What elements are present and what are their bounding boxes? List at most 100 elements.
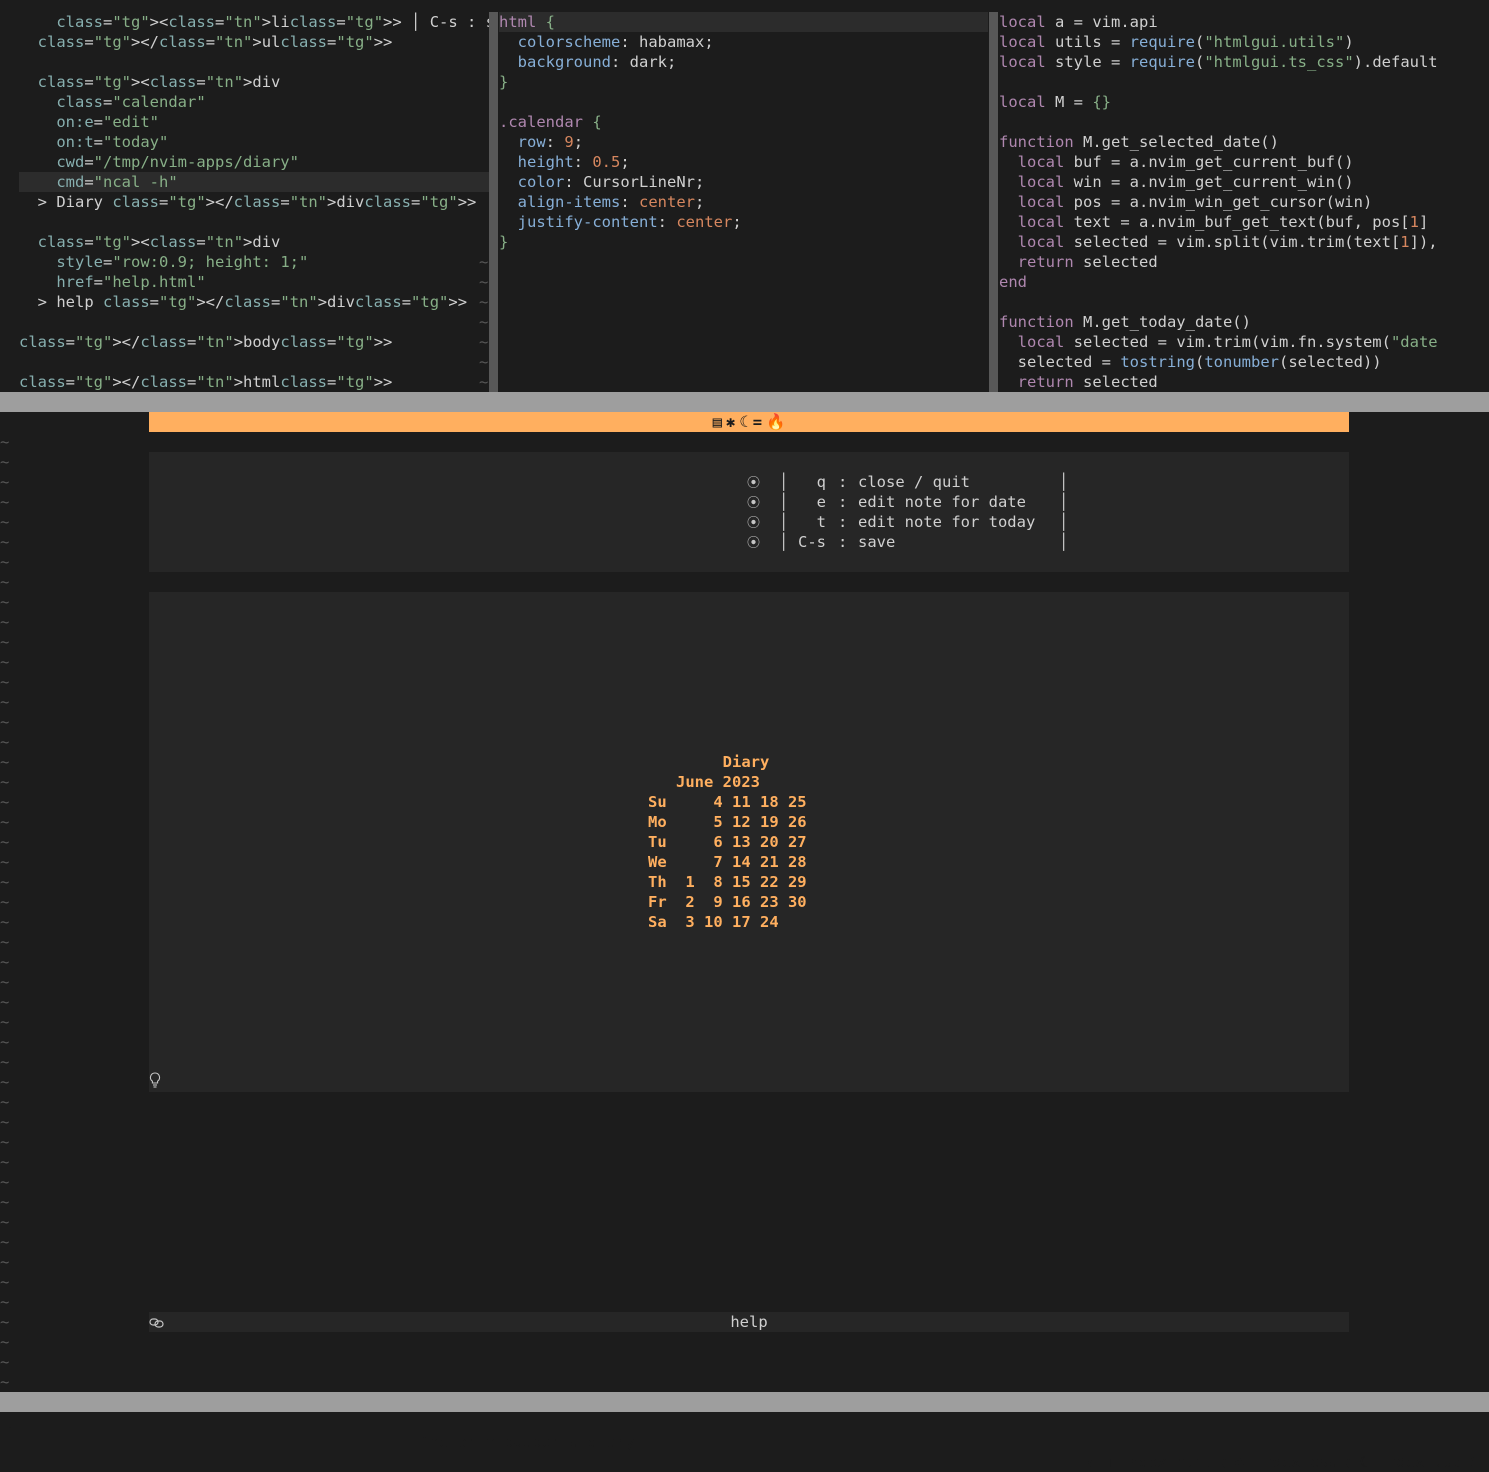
file-tab-index-html[interactable]: index.html: [1120, 1453, 1213, 1471]
empty-line-marker: ~: [0, 693, 10, 711]
file-tab-index-css[interactable]: index.css: [1254, 1453, 1338, 1471]
code-line[interactable]: on:e="edit": [19, 112, 489, 132]
keymap-row[interactable]: ⦿ │ q: close / quit │: [747, 472, 1068, 492]
code-line[interactable]: local pos = a.nvim_win_get_cursor(win): [999, 192, 1489, 212]
empty-line-marker: ~: [0, 953, 10, 971]
calendar-row[interactable]: Su 4 11 18 25: [648, 792, 807, 812]
code-line[interactable]: local win = a.nvim_get_current_win(): [999, 172, 1489, 192]
empty-line-marker: ~: [0, 433, 10, 451]
keymap-row[interactable]: ⦿ │ e: edit note for date │: [747, 492, 1068, 512]
code-line[interactable]: > Diary class="tg"></class="tn">divclass…: [19, 192, 489, 212]
calendar-row[interactable]: We 7 14 21 28: [648, 852, 807, 872]
code-line[interactable]: class="tg"><class="tn">div: [19, 232, 489, 252]
code-line[interactable]: color: CursorLineNr;: [499, 172, 988, 192]
code-line[interactable]: [19, 52, 489, 72]
code-line[interactable]: href="help.html": [19, 272, 489, 292]
code-line[interactable]: align-items: center;: [499, 192, 988, 212]
code-line[interactable]: [999, 112, 1489, 132]
code-line[interactable]: local M = {}: [999, 92, 1489, 112]
status-file-tabs[interactable]: ❮ ▤ index.html ❮ ✱ index.css ❮ ☾ index.lua (: [1080, 1452, 1483, 1472]
code-line[interactable]: cmd="ncal -h": [19, 172, 489, 192]
code-line[interactable]: class="tg"><class="tn">liclass="tg">> │ …: [19, 12, 489, 32]
border-line: │: [779, 513, 789, 531]
code-line[interactable]: return selected: [999, 372, 1489, 392]
keymap-colon: :: [838, 513, 848, 531]
calendar-row[interactable]: Sa 3 10 17 24: [648, 912, 807, 932]
empty-line-marker: ~: [0, 573, 10, 591]
code-line[interactable]: local text = a.nvim_buf_get_text(buf, po…: [999, 212, 1489, 232]
code-line[interactable]: html {: [499, 12, 988, 32]
flame-icon: 🔥: [766, 413, 786, 431]
separator-chevron-icon: ❮: [1086, 1453, 1096, 1471]
calendar-row[interactable]: Mo 5 12 19 26: [648, 812, 807, 832]
keymap-row[interactable]: ⦿ │ t: edit note for today │: [747, 512, 1068, 532]
calendar-row[interactable]: Tu 6 13 20 27: [648, 832, 807, 852]
empty-line-marker: ~: [0, 853, 10, 871]
separator-chevron-icon: ❮: [1219, 1453, 1229, 1471]
lua-icon: ☾: [1358, 1453, 1378, 1471]
calendar-panel[interactable]: Diary June 2023 Su 4 11 18 25 Mo 5 12 19 2…: [149, 592, 1349, 1092]
border-line: │: [779, 533, 789, 551]
code-line[interactable]: row: 9;: [499, 132, 988, 152]
code-line[interactable]: class="tg"></class="tn">htmlclass="tg">>: [19, 372, 489, 392]
calendar-row[interactable]: Fr 2 9 16 23 30: [648, 892, 807, 912]
code-line[interactable]: class="calendar": [19, 92, 489, 112]
code-line[interactable]: class="tg"><class="tn">div: [19, 72, 489, 92]
calendar-row[interactable]: Th 1 8 15 22 29: [648, 872, 807, 892]
lua-editor-pane[interactable]: local a = vim.api local utils = require("…: [999, 12, 1489, 392]
calendar-header[interactable]: Diary: [648, 752, 807, 772]
border-line: │: [1059, 493, 1069, 511]
code-line[interactable]: [999, 292, 1489, 312]
code-line[interactable]: class="tg"></class="tn">bodyclass="tg">>: [19, 332, 489, 352]
lightbulb-icon: [149, 1072, 163, 1092]
empty-line-marker: ~: [0, 753, 10, 771]
code-line[interactable]: function M.get_selected_date(): [999, 132, 1489, 152]
code-line[interactable]: selected = tostring(tonumber(selected)): [999, 352, 1489, 372]
window-split-bar[interactable]: [0, 392, 1489, 412]
help-link-label[interactable]: help: [149, 1312, 1349, 1332]
equals: =: [752, 413, 763, 431]
code-line[interactable]: local buf = a.nvim_get_current_buf(): [999, 152, 1489, 172]
code-line[interactable]: [19, 312, 489, 332]
empty-line-marker: ~: [0, 533, 10, 551]
code-line[interactable]: on:t="today": [19, 132, 489, 152]
html-editor-pane[interactable]: class="tg"><class="tn">liclass="tg">> │ …: [19, 12, 489, 392]
file-tab-index-lua[interactable]: index.lua: [1378, 1453, 1462, 1471]
code-line[interactable]: height: 0.5;: [499, 152, 988, 172]
code-line[interactable]: function M.get_today_date(): [999, 312, 1489, 332]
status-right-cap: (: [1467, 1453, 1477, 1471]
keymap-row[interactable]: ⦿ │ C-s: save │: [747, 532, 1068, 552]
code-line[interactable]: justify-content: center;: [499, 212, 988, 232]
empty-line-marker: ~: [0, 1353, 10, 1371]
code-line[interactable]: }: [499, 72, 988, 92]
empty-line-marker: ~: [0, 673, 10, 691]
code-line[interactable]: local a = vim.api: [999, 12, 1489, 32]
code-line[interactable]: [19, 212, 489, 232]
code-line[interactable]: end: [999, 272, 1489, 292]
empty-line-marker: ~: [0, 493, 10, 511]
code-line[interactable]: [999, 72, 1489, 92]
code-line[interactable]: cwd="/tmp/nvim-apps/diary": [19, 152, 489, 172]
code-line[interactable]: > help class="tg"></class="tn">divclass=…: [19, 292, 489, 312]
code-line[interactable]: style="row:0.9; height: 1;": [19, 252, 489, 272]
code-line[interactable]: [19, 352, 489, 372]
code-line[interactable]: }: [499, 232, 988, 252]
help-link[interactable]: help: [149, 1312, 1349, 1332]
code-line[interactable]: background: dark;: [499, 52, 988, 72]
calendar[interactable]: Diary June 2023 Su 4 11 18 25 Mo 5 12 19 2…: [648, 752, 807, 932]
code-line[interactable]: return selected: [999, 252, 1489, 272]
code-line[interactable]: local selected = vim.split(vim.trim(text…: [999, 232, 1489, 252]
code-line[interactable]: colorscheme: habamax;: [499, 32, 988, 52]
pane-divider[interactable]: [989, 12, 998, 392]
empty-line-marker: ~: [0, 633, 10, 651]
code-line[interactable]: .calendar {: [499, 112, 988, 132]
code-line[interactable]: class="tg"></class="tn">ulclass="tg">>: [19, 32, 489, 52]
code-line[interactable]: local utils = require("htmlgui.utils"): [999, 32, 1489, 52]
empty-line-marker: ~: [0, 1153, 10, 1171]
code-line[interactable]: [499, 92, 988, 112]
code-line[interactable]: local style = require("htmlgui.ts_css").…: [999, 52, 1489, 72]
css-editor-pane[interactable]: html { colorscheme: habamax; background:…: [479, 12, 988, 392]
code-line[interactable]: local selected = vim.trim(vim.fn.system(…: [999, 332, 1489, 352]
keymap-key: C-s: [798, 533, 826, 551]
calendar-header[interactable]: June 2023: [648, 772, 807, 792]
